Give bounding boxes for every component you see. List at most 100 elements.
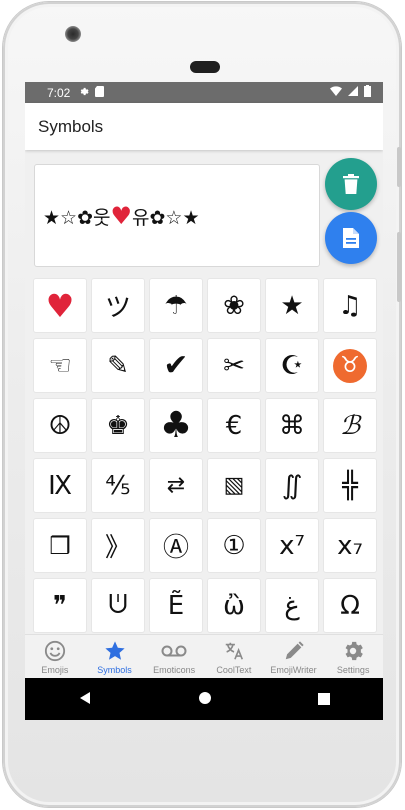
symbol-cell-quote[interactable]: ❞ — [34, 579, 86, 632]
translate-icon — [223, 640, 245, 662]
nav-label: EmojiWriter — [270, 664, 317, 675]
symbol-cell-shadow-square[interactable]: ❒ — [34, 519, 86, 572]
star-icon — [104, 640, 126, 662]
symbol-cell-greek-omega[interactable]: ὢ — [208, 579, 260, 632]
phone-frame: 7:02 Symbols ★☆✿웃♥유✿☆★ ♥ ツ ☂ ❀ ★ ♫ ☜ ✎ ✔… — [3, 2, 401, 807]
symbol-glyph: ❞ — [53, 590, 67, 621]
nav-tab-symbols[interactable]: Symbols — [85, 635, 145, 679]
symbol-cell-box-cross[interactable]: ╬ — [324, 459, 376, 512]
symbol-cell-club[interactable]: ♣ — [150, 399, 202, 452]
taurus-badge: ♉ — [333, 348, 367, 383]
symbol-cell-heart[interactable]: ♥ — [34, 279, 86, 332]
symbol-glyph: ᕫ — [108, 590, 128, 620]
compose-area: ★☆✿웃♥유✿☆★ — [25, 150, 383, 267]
symbol-cell-double-integral[interactable]: ∬ — [266, 459, 318, 512]
symbol-cell-superscript[interactable]: x⁷ — [266, 519, 318, 572]
symbol-glyph: x⁷ — [279, 530, 305, 561]
symbol-cell-omega[interactable]: Ω — [324, 579, 376, 632]
symbol-cell-circled-a[interactable]: Ⓐ — [150, 519, 202, 572]
home-circle-icon — [199, 691, 211, 704]
symbol-cell-command[interactable]: ⌘ — [266, 399, 318, 452]
nav-tab-cooltext[interactable]: CoolText — [204, 635, 264, 679]
pencil-icon — [283, 640, 305, 662]
symbol-glyph: ♣ — [159, 405, 193, 446]
symbol-cell-flower[interactable]: ❀ — [208, 279, 260, 332]
battery-icon — [364, 85, 371, 100]
app-bar: Symbols — [25, 103, 383, 150]
signal-icon — [348, 86, 358, 99]
symbol-glyph: ∬ — [281, 470, 303, 501]
page-title: Symbols — [38, 116, 104, 136]
smiley-icon — [44, 640, 66, 662]
symbol-cell-music[interactable]: ♫ — [324, 279, 376, 332]
symbol-cell-taurus[interactable]: ♉ — [324, 339, 376, 392]
symbol-cell-fraction[interactable]: ⅘ — [92, 459, 144, 512]
bottom-navigation: Emojis Symbols Emoticons CoolText EmojiW… — [25, 634, 383, 679]
symbol-glyph: ♥ — [45, 286, 75, 325]
back-button[interactable] — [78, 690, 92, 709]
symbol-glyph: ☮ — [48, 410, 72, 441]
home-button[interactable] — [198, 690, 212, 709]
symbol-glyph: Ⅸ — [48, 470, 72, 501]
symbol-cell-pencil[interactable]: ✎ — [92, 339, 144, 392]
gear-icon — [342, 640, 364, 662]
symbol-cell-pointing-hand[interactable]: ☜ — [34, 339, 86, 392]
symbol-glyph: ╬ — [342, 470, 358, 501]
symbol-cell-double-angle[interactable]: 》 — [92, 519, 144, 572]
nav-tab-emojiwriter[interactable]: EmojiWriter — [264, 635, 324, 679]
symbol-glyph: ⅘ — [105, 470, 131, 501]
symbol-cell-circled-one[interactable]: ① — [208, 519, 260, 572]
symbol-cell-canadian-syllabic[interactable]: ᕫ — [92, 579, 144, 632]
recents-button[interactable] — [318, 690, 330, 709]
symbol-glyph: ❀ — [223, 290, 245, 321]
delete-button[interactable] — [325, 158, 377, 210]
symbol-cell-crescent[interactable]: ☪ — [266, 339, 318, 392]
symbol-glyph: ✎ — [107, 350, 129, 381]
status-time: 7:02 — [47, 85, 71, 100]
nav-tab-settings[interactable]: Settings — [323, 635, 383, 679]
front-camera — [65, 26, 81, 42]
symbol-glyph: ツ — [104, 293, 131, 323]
symbol-glyph: € — [225, 410, 243, 441]
copy-button[interactable] — [325, 212, 377, 264]
nav-tab-emoticons[interactable]: Emoticons — [144, 635, 204, 679]
status-bar: 7:02 — [25, 82, 383, 103]
symbol-glyph: ① — [222, 530, 246, 561]
power-button — [397, 147, 401, 187]
symbol-cell-tsu[interactable]: ツ — [92, 279, 144, 332]
symbol-glyph: x₇ — [337, 530, 363, 561]
symbol-glyph: Ẽ — [167, 590, 185, 621]
back-triangle-icon — [80, 691, 90, 704]
recents-square-icon — [318, 692, 330, 705]
symbol-cell-subscript[interactable]: x₇ — [324, 519, 376, 572]
symbol-text-value: ★☆✿웃♥유✿☆★ — [43, 201, 200, 230]
volume-button — [397, 232, 401, 302]
symbol-cell-e-tilde[interactable]: Ẽ — [150, 579, 202, 632]
symbol-cell-script-b[interactable]: ℬ — [324, 399, 376, 452]
symbol-glyph: ♫ — [338, 290, 362, 321]
symbol-cell-check[interactable]: ✔ — [150, 339, 202, 392]
wifi-icon — [330, 86, 342, 99]
symbol-text-field[interactable]: ★☆✿웃♥유✿☆★ — [34, 164, 320, 267]
symbol-cell-hatched-square[interactable]: ▧ — [208, 459, 260, 512]
document-icon — [343, 228, 359, 248]
symbol-cell-star[interactable]: ★ — [266, 279, 318, 332]
symbol-cell-king[interactable]: ♚ — [92, 399, 144, 452]
symbol-glyph: ℬ — [339, 410, 361, 441]
symbol-cell-swap-arrows[interactable]: ⇄ — [150, 459, 202, 512]
voicemail-icon — [161, 640, 187, 662]
symbol-glyph: ✂ — [223, 350, 245, 381]
system-navigation-bar — [25, 678, 383, 720]
symbol-grid: ♥ ツ ☂ ❀ ★ ♫ ☜ ✎ ✔ ✂ ☪ ♉ ☮ ♚ ♣ € ⌘ ℬ Ⅸ ⅘ … — [34, 279, 376, 632]
symbol-cell-peace[interactable]: ☮ — [34, 399, 86, 452]
nav-label: Symbols — [97, 664, 132, 675]
settings-gear-status-icon — [78, 86, 89, 100]
nav-tab-emojis[interactable]: Emojis — [25, 635, 85, 679]
symbol-cell-roman-nine[interactable]: Ⅸ — [34, 459, 86, 512]
symbol-cell-umbrella[interactable]: ☂ — [150, 279, 202, 332]
symbol-glyph: 》 — [104, 533, 131, 563]
symbol-cell-scissors[interactable]: ✂ — [208, 339, 260, 392]
symbol-glyph: ▧ — [223, 473, 245, 498]
symbol-cell-euro[interactable]: € — [208, 399, 260, 452]
symbol-cell-arabic-ghain[interactable]: ﻍ — [266, 579, 318, 632]
